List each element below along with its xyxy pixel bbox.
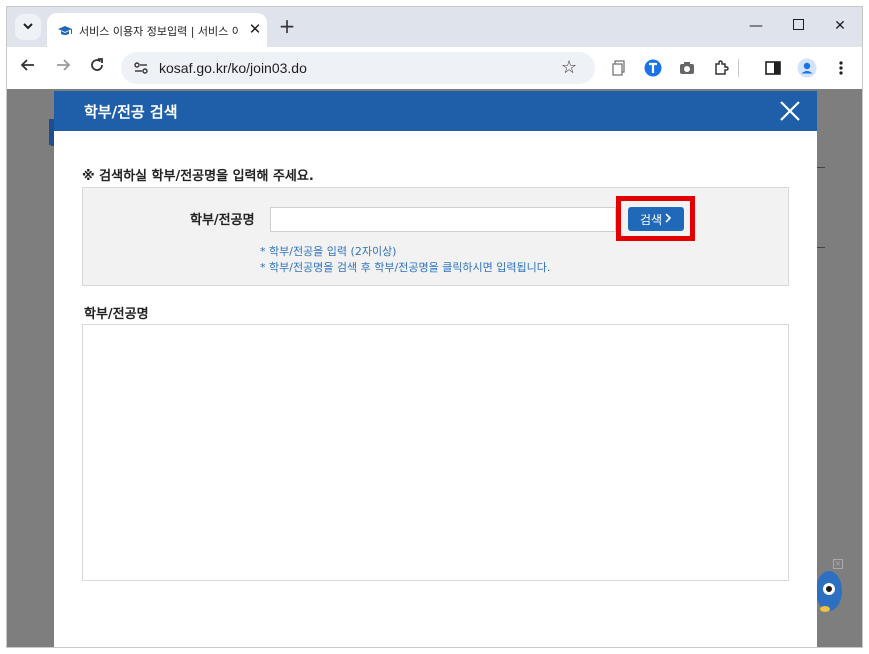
star-icon[interactable]: ☆	[561, 57, 577, 78]
address-bar[interactable]: kosaf.go.kr/ko/join03.do ☆	[121, 52, 595, 84]
url-text: kosaf.go.kr/ko/join03.do	[159, 60, 307, 76]
browser-tab[interactable]: 서비스 이용자 정보입력 | 서비스 이용 ✕	[47, 13, 267, 47]
tab-search-button[interactable]	[15, 14, 41, 40]
graduation-cap-icon	[57, 23, 73, 37]
search-results-list	[82, 324, 789, 581]
reload-button[interactable]	[86, 57, 108, 79]
result-label: 학부/전공명	[84, 307, 149, 322]
maximize-icon	[792, 18, 804, 34]
major-search-input[interactable]	[270, 207, 616, 232]
mascot-close-icon[interactable]: ×	[833, 559, 843, 569]
forward-button[interactable]	[52, 57, 74, 79]
browser-window: 서비스 이용자 정보입력 | 서비스 이용 ✕ + — ✕ kosaf.go.k…	[6, 6, 863, 648]
browser-toolbar: kosaf.go.kr/ko/join03.do ☆	[7, 47, 862, 89]
camera-icon[interactable]	[677, 58, 697, 78]
back-button[interactable]	[17, 57, 39, 79]
translate-extension-icon[interactable]	[643, 58, 663, 78]
search-notice: ※ 검색하실 학부/전공명을 입력해 주세요.	[82, 169, 314, 184]
tab-strip: 서비스 이용자 정보입력 | 서비스 이용 ✕ + — ✕	[7, 7, 862, 47]
reload-icon	[89, 58, 105, 77]
new-tab-button[interactable]: +	[275, 15, 299, 39]
search-button[interactable]: 검색	[628, 207, 684, 231]
profile-avatar-icon[interactable]	[797, 58, 817, 78]
tune-icon[interactable]	[133, 60, 149, 76]
arrow-left-icon	[20, 58, 36, 77]
side-panel-icon[interactable]	[763, 58, 783, 78]
window-close-button[interactable]: ✕	[825, 15, 855, 37]
modal-header: 학부/전공 검색	[54, 91, 817, 131]
search-panel: 학부/전공명 검색 * 학부/전공을 입력 (2자이상) * 학부/전공명을 검…	[82, 187, 789, 286]
arrow-right-icon	[55, 58, 71, 77]
major-search-modal: 학부/전공 검색 ※ 검색하실 학부/전공명을 입력해 주세요. 학부/전공명 …	[54, 91, 817, 647]
toolbar-divider	[737, 58, 739, 78]
minimize-button[interactable]: —	[741, 15, 771, 37]
more-menu-icon[interactable]	[831, 58, 851, 78]
tab-title: 서비스 이용자 정보입력 | 서비스 이용	[79, 25, 239, 38]
chevron-down-icon	[22, 20, 34, 35]
copy-extension-icon[interactable]	[609, 58, 629, 78]
maximize-button[interactable]	[783, 15, 813, 37]
modal-title: 학부/전공 검색	[84, 103, 178, 121]
chevron-right-icon	[665, 212, 672, 226]
search-button-label: 검색	[639, 212, 663, 227]
tab-close-icon[interactable]: ✕	[245, 19, 265, 39]
hint-text: * 학부/전공을 입력 (2자이상)	[260, 245, 397, 258]
major-field-label: 학부/전공명	[190, 213, 255, 228]
hint-text: * 학부/전공명을 검색 후 학부/전공명을 클릭하시면 입력됩니다.	[260, 261, 551, 274]
close-icon[interactable]	[778, 99, 802, 123]
extensions-puzzle-icon[interactable]	[711, 58, 731, 78]
